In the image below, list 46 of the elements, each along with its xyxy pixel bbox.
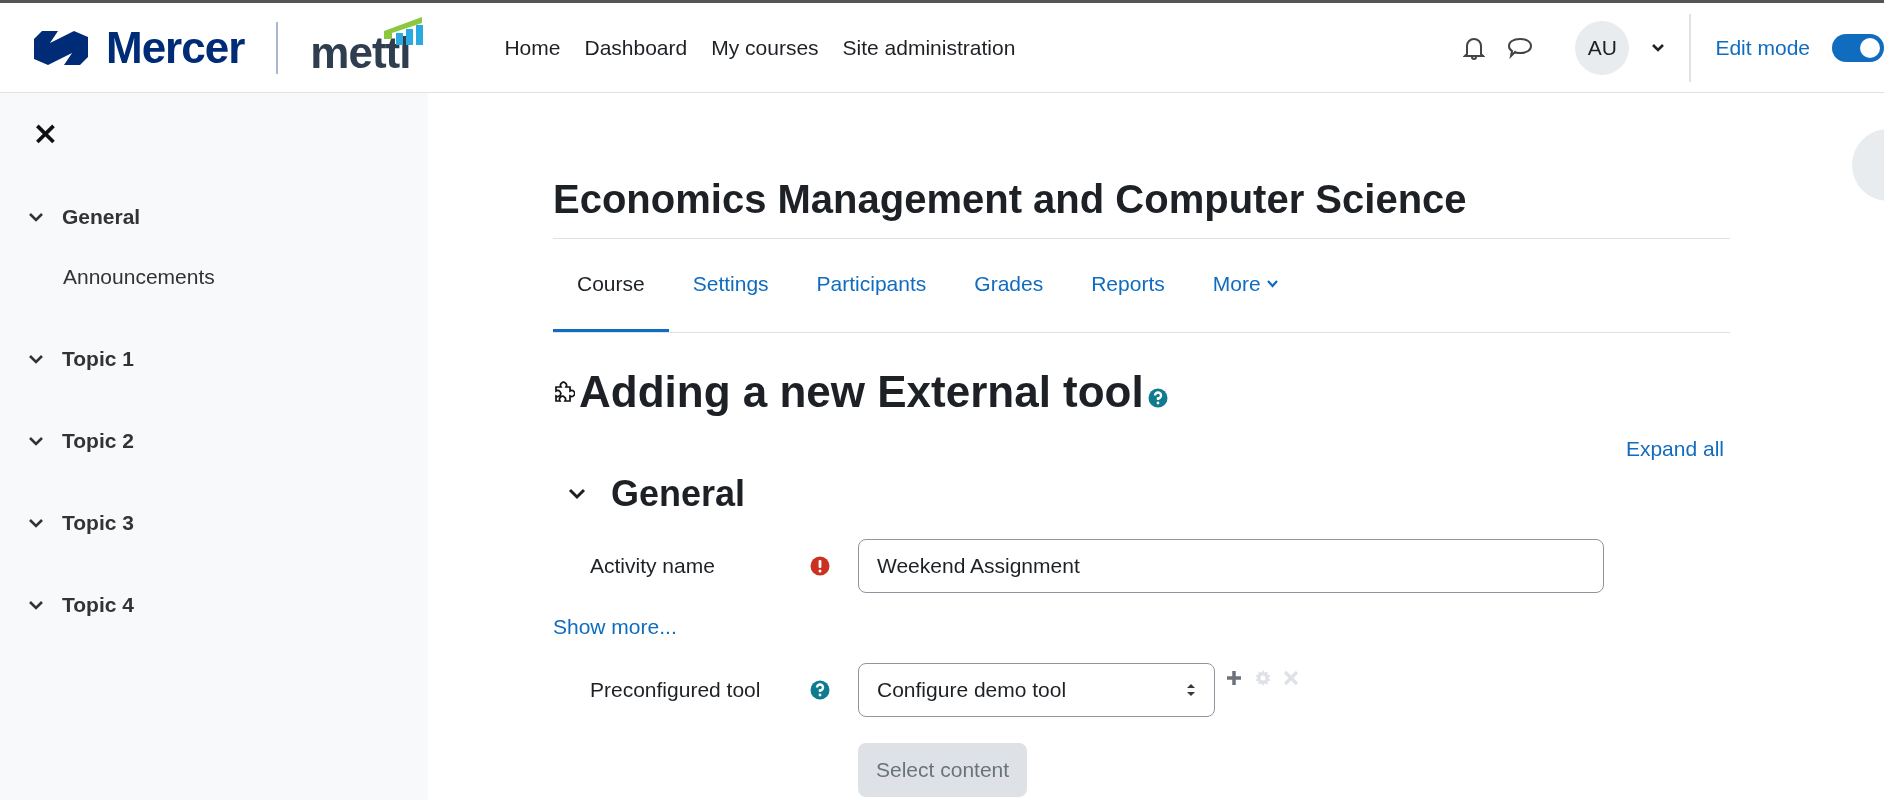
field-label: Preconfigured tool xyxy=(589,678,762,702)
section-link[interactable]: General xyxy=(62,205,141,229)
activity-link[interactable]: Announcements xyxy=(63,265,215,289)
bell-icon[interactable] xyxy=(1463,35,1486,60)
tab[interactable]: Settings xyxy=(668,239,793,332)
brand-name: Mercer xyxy=(106,22,245,73)
chevron-icon[interactable] xyxy=(28,353,44,365)
tool-dropdown[interactable]: Configure demo tool xyxy=(858,663,1215,717)
chevron-icon[interactable] xyxy=(28,211,44,223)
sort-arrows-icon xyxy=(1186,682,1196,698)
activity-name-field[interactable]: Weekend Assignment xyxy=(858,539,1604,593)
puzzle-piece-icon xyxy=(553,381,575,403)
show-more-link[interactable]: Show more... xyxy=(553,615,677,639)
chat-bubble-icon[interactable] xyxy=(1507,36,1534,59)
expand-all-link[interactable]: Expand all xyxy=(1625,437,1724,461)
nav-link[interactable]: Home xyxy=(504,35,561,60)
edit-mode-label: Edit mode xyxy=(1715,35,1810,60)
nav-link[interactable]: My courses xyxy=(711,35,819,60)
close-button[interactable]: × xyxy=(28,117,63,149)
chevron-icon[interactable] xyxy=(28,435,44,447)
course-title: Economics Management and Computer Science xyxy=(553,177,1730,239)
nav-link[interactable]: Site administration xyxy=(842,35,1016,60)
tab[interactable]: More xyxy=(1188,239,1302,332)
caret-icon xyxy=(1266,280,1278,288)
tab[interactable]: Reports xyxy=(1067,239,1189,332)
edit-mode-toggle[interactable] xyxy=(1832,33,1884,62)
chevron-icon[interactable] xyxy=(28,599,44,611)
tab[interactable]: Course xyxy=(553,239,669,332)
chevron-icon[interactable] xyxy=(567,487,587,501)
page-heading: Adding a new External tool xyxy=(579,367,1144,417)
chevron-icon[interactable] xyxy=(28,517,44,529)
tab[interactable]: Participants xyxy=(792,239,951,332)
user-avatar[interactable]: AU xyxy=(1575,20,1630,75)
section-heading: General xyxy=(611,473,746,515)
plus-icon[interactable] xyxy=(1225,669,1243,687)
section-link[interactable]: Topic 1 xyxy=(62,347,134,371)
nav-link[interactable]: Dashboard xyxy=(584,35,688,60)
section-link[interactable]: Topic 4 xyxy=(62,593,134,617)
tab[interactable]: Grades xyxy=(950,239,1068,332)
section-link[interactable]: Topic 3 xyxy=(62,511,134,535)
field-label: Activity name xyxy=(589,554,716,578)
caret-icon[interactable] xyxy=(1651,42,1666,53)
section-link[interactable]: Topic 2 xyxy=(62,429,134,453)
product-name: mettl xyxy=(310,27,411,78)
help-icon[interactable] xyxy=(1147,388,1168,408)
help-icon[interactable] xyxy=(810,680,830,700)
